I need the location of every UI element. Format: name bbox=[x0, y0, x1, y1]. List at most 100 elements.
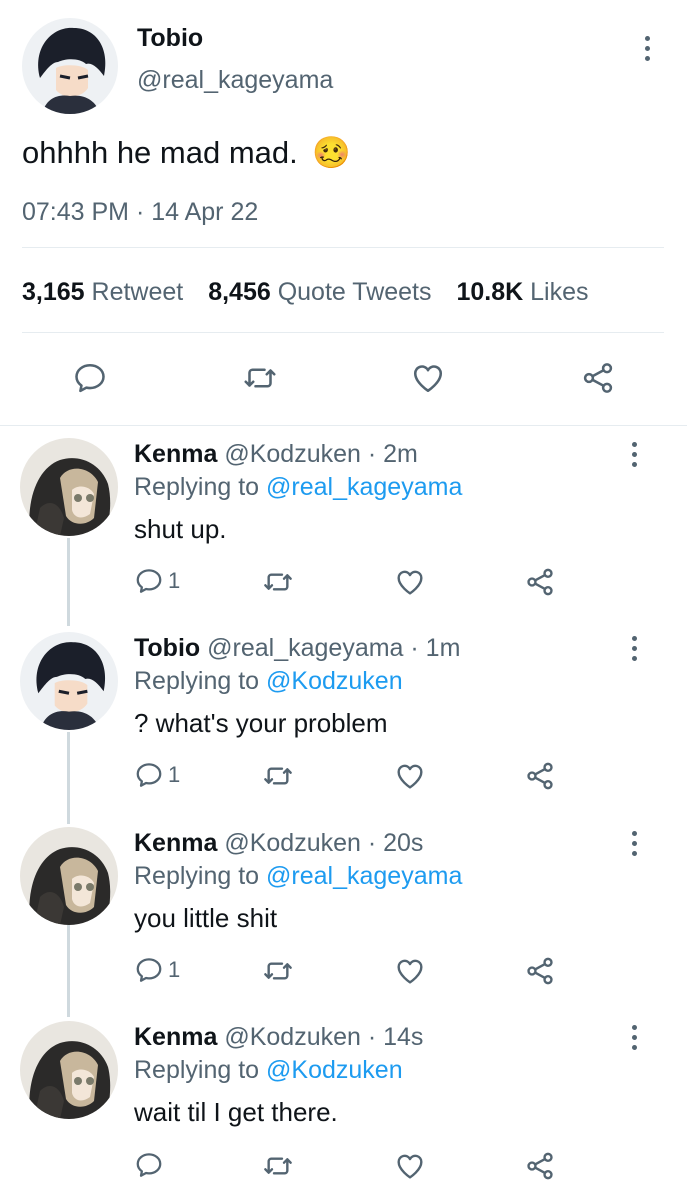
avatar-tobio-image bbox=[22, 18, 118, 114]
avatar-tobio[interactable] bbox=[20, 632, 118, 730]
reply-2-replying-to-link[interactable]: @Kodzuken bbox=[266, 667, 403, 695]
share-icon bbox=[527, 1152, 553, 1180]
reply-icon bbox=[75, 363, 105, 393]
retweets-count: 3,165 bbox=[22, 278, 85, 306]
reply-1-handle-time[interactable]: @Kodzuken · 2m bbox=[224, 440, 418, 468]
likes-stat[interactable]: 10.8K Likes bbox=[456, 278, 588, 306]
reply-4-replying-to-link[interactable]: @Kodzuken bbox=[266, 1056, 403, 1084]
reply-4-replying-label: Replying to bbox=[134, 1056, 260, 1084]
reply-4-replying: Replying to @Kodzuken bbox=[134, 1056, 403, 1085]
reply-3-handle-time[interactable]: @Kodzuken · 20s bbox=[224, 829, 423, 857]
avatar-kenma-image bbox=[20, 438, 118, 536]
reply-2-replying: Replying to @Kodzuken bbox=[134, 667, 403, 696]
reply-2-header: Tobio @real_kageyama · 1m bbox=[134, 634, 460, 663]
reply-3-replying-label: Replying to bbox=[134, 862, 260, 890]
main-tweet-text-row: ohhhh he mad mad. 🥴 bbox=[22, 134, 351, 171]
reply-3-reply-button[interactable]: 1 bbox=[134, 955, 180, 985]
reply-4-text: wait til I get there. bbox=[134, 1097, 338, 1127]
reply-2-reply-count: 1 bbox=[168, 762, 181, 787]
avatar-kenma[interactable] bbox=[20, 1021, 118, 1119]
like-icon bbox=[397, 959, 423, 984]
reply-3-share-button[interactable] bbox=[524, 955, 556, 987]
quotes-stat[interactable]: 8,456 Quote Tweets bbox=[208, 278, 438, 306]
reply-3-reply-count: 1 bbox=[168, 957, 181, 982]
reply-4-display-name[interactable]: Kenma bbox=[134, 1023, 217, 1051]
reply-1-reply-count: 1 bbox=[168, 568, 181, 593]
like-icon bbox=[397, 570, 423, 595]
reply-4-more-icon[interactable] bbox=[624, 1023, 644, 1051]
share-icon bbox=[583, 363, 613, 393]
reply-3-retweet-button[interactable] bbox=[262, 955, 294, 987]
likes-count: 10.8K bbox=[456, 278, 524, 306]
reply-2-text: ? what's your problem bbox=[134, 708, 388, 738]
reply-3-like-button[interactable] bbox=[394, 955, 426, 987]
stats-row: 3,165 Retweet 8,456 Quote Tweets 10.8K L… bbox=[22, 278, 589, 307]
reply-icon bbox=[136, 1153, 162, 1177]
retweet-icon bbox=[264, 1157, 292, 1175]
reply-2-handle-time[interactable]: @real_kageyama · 1m bbox=[207, 634, 460, 662]
reply-2-retweet-button[interactable] bbox=[262, 760, 294, 792]
reply-1-replying-to-link[interactable]: @real_kageyama bbox=[266, 473, 462, 501]
reply-3-replying-to-link[interactable]: @real_kageyama bbox=[266, 862, 462, 890]
reply-4-like-button[interactable] bbox=[394, 1150, 426, 1182]
retweets-stat[interactable]: 3,165 Retweet bbox=[22, 278, 190, 306]
reply-2-share-button[interactable] bbox=[524, 760, 556, 792]
main-retweet-button[interactable] bbox=[242, 360, 278, 396]
reply-2-more-icon[interactable] bbox=[624, 634, 644, 662]
reply-1-more-icon[interactable] bbox=[624, 440, 644, 468]
reply-1-like-button[interactable] bbox=[394, 566, 426, 598]
reply-icon bbox=[136, 569, 162, 593]
like-icon bbox=[413, 365, 443, 393]
reply-4-header: Kenma @Kodzuken · 14s bbox=[134, 1023, 423, 1052]
reply-4-retweet-button[interactable] bbox=[262, 1150, 294, 1182]
reply-4-share-button[interactable] bbox=[524, 1150, 556, 1182]
thread-line-1 bbox=[67, 538, 70, 626]
reply-2-replying-label: Replying to bbox=[134, 667, 260, 695]
main-handle[interactable]: @real_kageyama bbox=[137, 66, 333, 95]
share-icon bbox=[527, 568, 553, 596]
retweets-label: Retweet bbox=[91, 278, 184, 306]
retweet-icon bbox=[244, 368, 276, 388]
main-like-button[interactable] bbox=[410, 360, 446, 396]
avatar-kenma-image bbox=[20, 827, 118, 925]
reply-1-replying-label: Replying to bbox=[134, 473, 260, 501]
woozy-face-emoji: 🥴 bbox=[312, 135, 351, 170]
reply-1-share-button[interactable] bbox=[524, 566, 556, 598]
reply-1-retweet-button[interactable] bbox=[262, 566, 294, 598]
avatar-kenma[interactable] bbox=[20, 827, 118, 925]
reply-3-display-name[interactable]: Kenma bbox=[134, 829, 217, 857]
reply-1-reply-button[interactable]: 1 bbox=[134, 566, 180, 596]
thread-line-3 bbox=[67, 925, 70, 1017]
main-tweet-text: ohhhh he mad mad. bbox=[22, 135, 298, 170]
reply-4-handle-time[interactable]: @Kodzuken · 14s bbox=[224, 1023, 423, 1051]
divider-stats-bottom bbox=[22, 332, 664, 333]
reply-1-header: Kenma @Kodzuken · 2m bbox=[134, 440, 418, 469]
main-more-icon[interactable] bbox=[637, 34, 657, 62]
main-display-name[interactable]: Tobio bbox=[137, 24, 203, 53]
reply-3-more-icon[interactable] bbox=[624, 829, 644, 857]
avatar-kenma[interactable] bbox=[20, 438, 118, 536]
main-timestamp[interactable]: 07:43 PM · 14 Apr 22 bbox=[22, 198, 258, 227]
reply-2-like-button[interactable] bbox=[394, 760, 426, 792]
reply-3-text: you little shit bbox=[134, 903, 278, 933]
reply-icon bbox=[136, 763, 162, 787]
retweet-icon bbox=[264, 962, 292, 980]
reply-1-replying: Replying to @real_kageyama bbox=[134, 473, 462, 502]
reply-4-reply-button[interactable] bbox=[134, 1150, 168, 1180]
reply-2-display-name[interactable]: Tobio bbox=[134, 634, 200, 662]
avatar-tobio[interactable] bbox=[22, 18, 118, 114]
share-icon bbox=[527, 762, 553, 790]
reply-3-replying: Replying to @real_kageyama bbox=[134, 862, 462, 891]
reply-1-display-name[interactable]: Kenma bbox=[134, 440, 217, 468]
retweet-icon bbox=[264, 573, 292, 591]
quotes-count: 8,456 bbox=[208, 278, 271, 306]
main-reply-button[interactable] bbox=[72, 360, 108, 396]
like-icon bbox=[397, 764, 423, 789]
divider-stats-top bbox=[22, 247, 664, 248]
avatar-tobio-image bbox=[20, 632, 118, 730]
reply-2-reply-button[interactable]: 1 bbox=[134, 760, 180, 790]
like-icon bbox=[397, 1154, 423, 1179]
share-icon bbox=[527, 957, 553, 985]
reply-1-text: shut up. bbox=[134, 514, 227, 544]
main-share-button[interactable] bbox=[580, 360, 616, 396]
